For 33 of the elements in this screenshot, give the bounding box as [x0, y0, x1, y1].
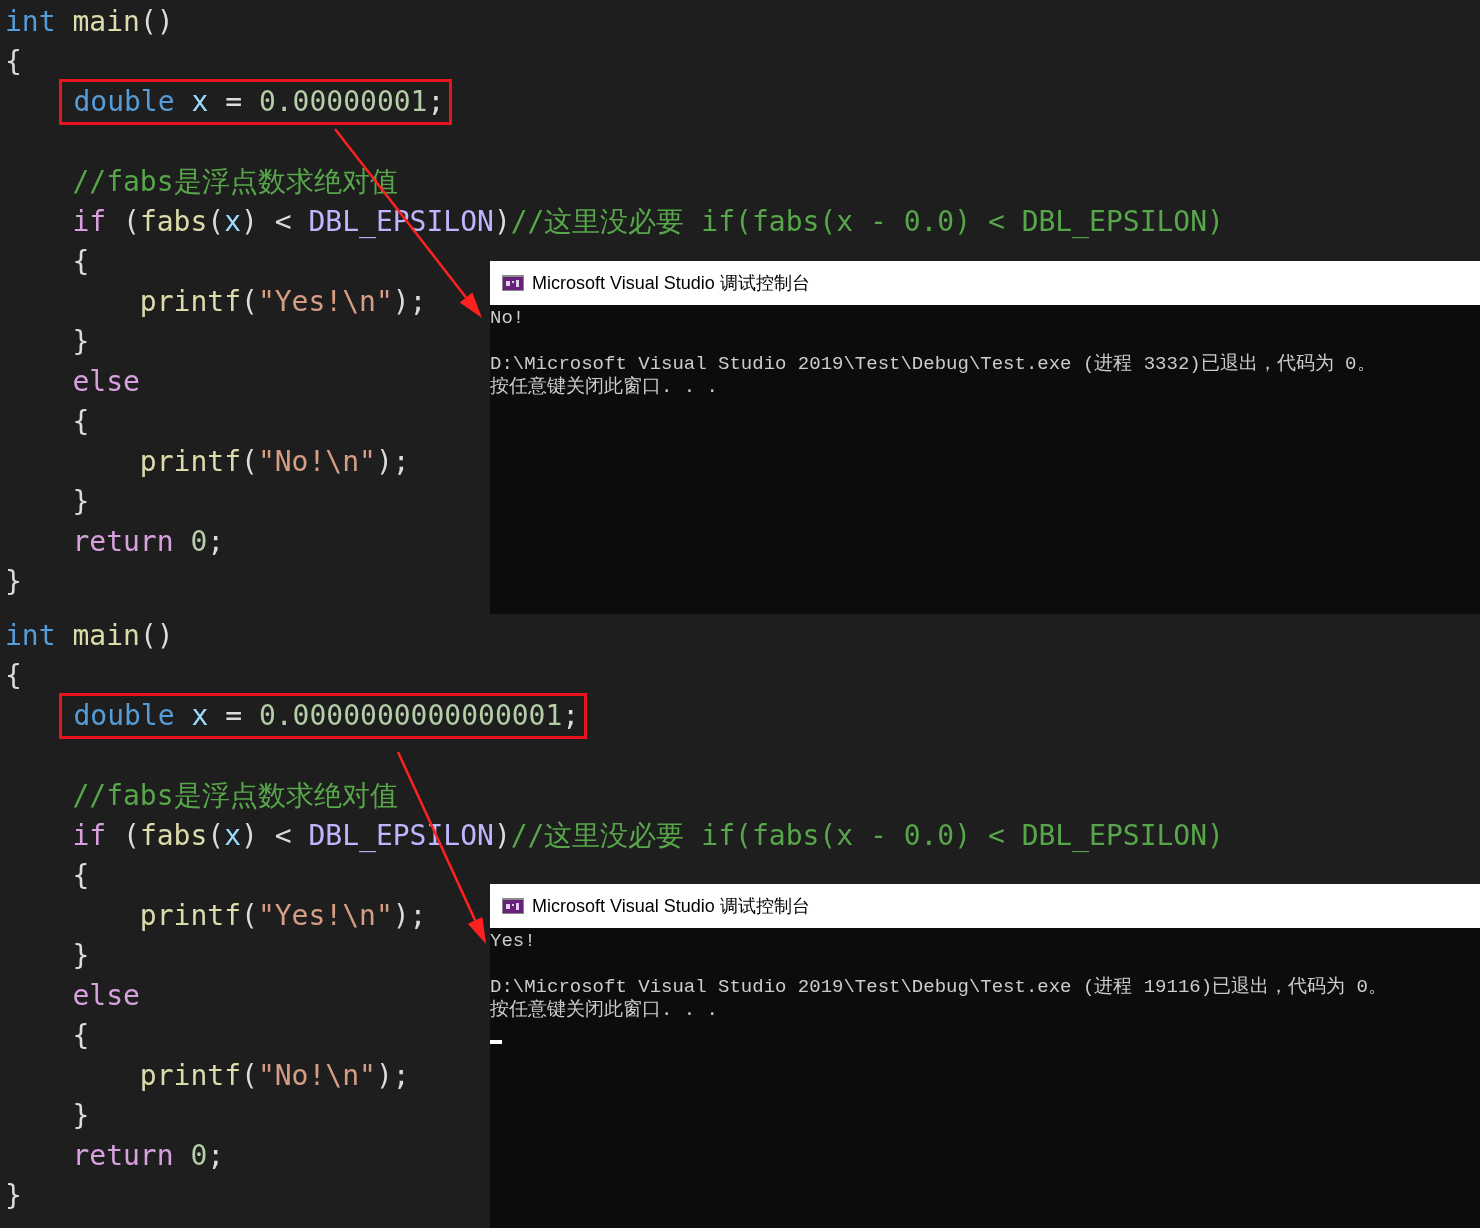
code-line: return 0; — [72, 524, 225, 560]
console-title: Microsoft Visual Studio 调试控制台 — [532, 894, 810, 918]
code-line: } — [72, 1098, 90, 1134]
code-line: } — [72, 324, 90, 360]
code-line: { — [72, 244, 90, 280]
console-output-line: D:\Microsoft Visual Studio 2019\Test\Debug\Test.exe (进程 19116)已退出，代码为 0。 — [490, 976, 1387, 999]
code-line: return 0; — [72, 1138, 225, 1174]
code-line: } — [72, 484, 90, 520]
code-line: } — [5, 564, 22, 600]
code-line: int main() — [5, 618, 174, 654]
console-output-line: Yes! — [490, 930, 536, 953]
console-output-line: No! — [490, 307, 525, 330]
code-line: { — [5, 44, 22, 80]
console-output-line: D:\Microsoft Visual Studio 2019\Test\Debug\Test.exe (进程 3332)已退出，代码为 0。 — [490, 353, 1376, 376]
code-line: int main() — [5, 4, 174, 40]
console-output-line: 按任意键关闭此窗口. . . — [490, 999, 718, 1022]
code-line: { — [72, 858, 90, 894]
console-title: Microsoft Visual Studio 调试控制台 — [532, 271, 810, 295]
code-line: else — [72, 978, 140, 1014]
code-line: } — [5, 1178, 22, 1214]
code-line: printf("Yes!\n"); — [139, 284, 427, 320]
console-icon — [502, 275, 524, 291]
code-line: { — [5, 658, 22, 694]
code-line: //fabs是浮点数求绝对值 — [72, 778, 398, 814]
code-line: printf("Yes!\n"); — [139, 898, 427, 934]
code-line: } — [72, 938, 90, 974]
console-icon — [502, 898, 524, 914]
code-line: else — [72, 364, 140, 400]
code-line: printf("No!\n"); — [139, 1058, 410, 1094]
code-line: { — [72, 404, 90, 440]
code-line: { — [72, 1018, 90, 1054]
code-line: printf("No!\n"); — [139, 444, 410, 480]
console-output-line: 按任意键关闭此窗口. . . — [490, 376, 718, 399]
